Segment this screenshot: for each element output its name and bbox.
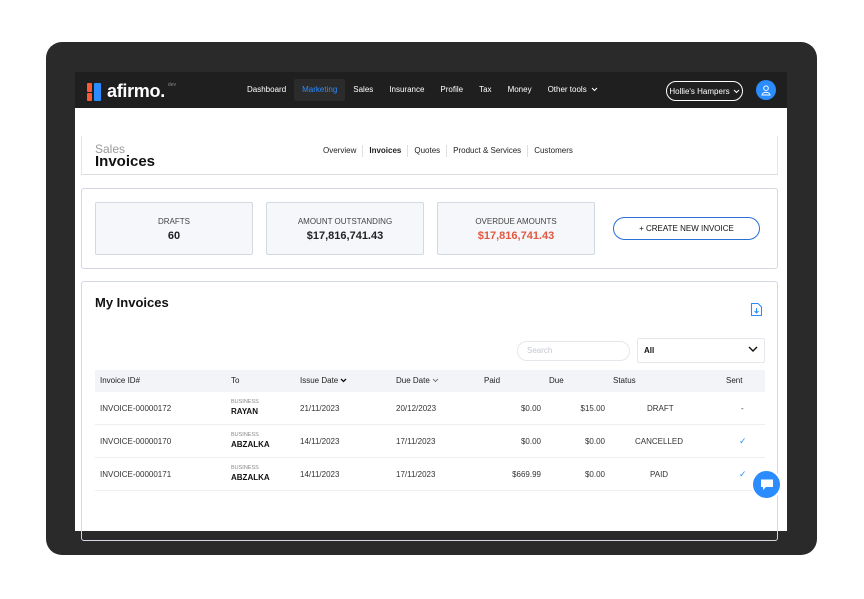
invoice-id[interactable]: INVOICE-00000170 (100, 437, 171, 446)
col-due-date-label: Due Date (396, 376, 430, 385)
col-sent[interactable]: Sent (726, 376, 742, 385)
invoice-id[interactable]: INVOICE-00000172 (100, 404, 171, 413)
chevron-down-icon (748, 346, 758, 352)
col-issue-date[interactable]: Issue Date (300, 376, 347, 385)
stat-outstanding-value: $17,816,741.43 (306, 230, 384, 242)
chevron-down-icon (341, 378, 347, 383)
page-title: Invoices (95, 153, 156, 170)
status-badge: PAID (650, 470, 669, 479)
stat-drafts-label: DRAFTS (158, 217, 190, 226)
col-paid[interactable]: Paid (484, 376, 500, 385)
chevron-down-icon (432, 378, 439, 383)
issue-date: 14/11/2023 (300, 437, 340, 446)
stat-drafts[interactable]: DRAFTS 60 (95, 202, 253, 255)
stat-overdue-label: OVERDUE AMOUNTS (475, 217, 557, 226)
to-type: BUSINESS (231, 465, 259, 471)
issue-date: 21/11/2023 (300, 404, 340, 413)
to-name: ABZALKA (231, 440, 270, 449)
status-filter-select[interactable]: All (637, 338, 765, 363)
stat-outstanding-label: AMOUNT OUTSTANDING (297, 217, 393, 226)
stat-overdue-value: $17,816,741.43 (477, 230, 555, 242)
chat-button[interactable] (751, 469, 782, 500)
to-type: BUSINESS (231, 399, 259, 405)
col-to[interactable]: To (231, 376, 239, 385)
tab-quotes[interactable]: Quotes (408, 145, 448, 157)
invoices-title: My Invoices (95, 295, 169, 310)
tab-invoices[interactable]: Invoices (363, 145, 409, 157)
tab-customers[interactable]: Customers (528, 145, 579, 157)
col-invoice-id[interactable]: Invoice ID# (100, 376, 140, 385)
tab-overview[interactable]: Overview (317, 145, 364, 157)
check-icon: ✓ (739, 469, 747, 479)
to-name: RAYAN (231, 407, 258, 416)
filter-value: All (644, 346, 655, 355)
paid-amount: $0.00 (520, 437, 541, 446)
check-icon: ✓ (739, 436, 747, 446)
col-due[interactable]: Due (549, 376, 564, 385)
status-badge: DRAFT (647, 404, 674, 413)
create-invoice-button[interactable]: + CREATE NEW INVOICE (613, 217, 760, 240)
status-badge: CANCELLED (635, 437, 684, 446)
issue-date: 14/11/2023 (300, 470, 340, 479)
search-input[interactable]: Search (517, 341, 630, 361)
table-header: Invoice ID# To Issue Date Due Date Paid … (95, 370, 765, 392)
table-row[interactable]: INVOICE-00000172 BUSINESS RAYAN 21/11/20… (95, 392, 765, 425)
due-amount: $0.00 (584, 437, 605, 446)
invoice-id[interactable]: INVOICE-00000171 (100, 470, 171, 479)
due-amount: $0.00 (584, 470, 605, 479)
due-date: 17/11/2023 (396, 470, 436, 479)
to-name: ABZALKA (231, 473, 270, 482)
table-row[interactable]: INVOICE-00000171 BUSINESS ABZALKA 14/11/… (95, 458, 765, 491)
paid-amount: $0.00 (520, 404, 541, 413)
chat-icon (760, 479, 773, 490)
stat-outstanding[interactable]: AMOUNT OUTSTANDING $17,816,741.43 (266, 202, 424, 255)
tab-product-services[interactable]: Product & Services (447, 145, 529, 157)
stat-drafts-value: 60 (167, 230, 181, 242)
col-issue-date-label: Issue Date (300, 376, 339, 385)
to-type: BUSINESS (231, 432, 259, 438)
table-row[interactable]: INVOICE-00000170 BUSINESS ABZALKA 14/11/… (95, 425, 765, 458)
paid-amount: $669.99 (512, 470, 541, 479)
col-due-date[interactable]: Due Date (396, 376, 439, 385)
due-amount: $15.00 (580, 404, 605, 413)
col-status[interactable]: Status (613, 376, 636, 385)
download-file-icon[interactable] (750, 302, 763, 317)
due-date: 17/11/2023 (396, 437, 436, 446)
sub-nav: Overview Invoices Quotes Product & Servi… (317, 144, 579, 158)
sent-indicator: - (741, 404, 744, 413)
due-date: 20/12/2023 (396, 404, 437, 413)
stat-overdue[interactable]: OVERDUE AMOUNTS $17,816,741.43 (437, 202, 595, 255)
